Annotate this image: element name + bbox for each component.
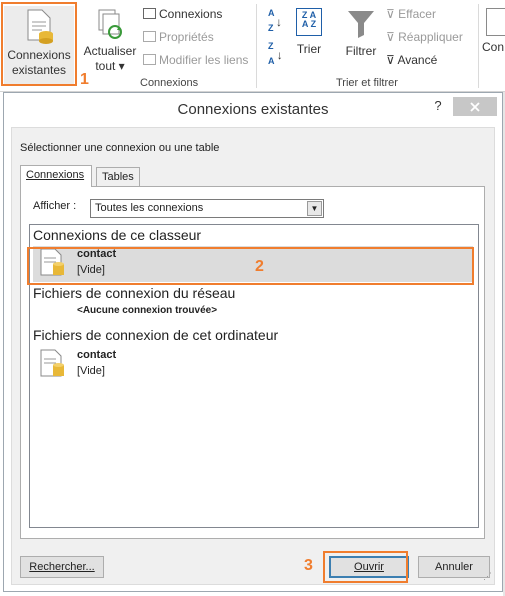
edit-links-label: Modifier les liens: [159, 53, 249, 67]
partial-ribbon-button[interactable]: Con: [482, 6, 505, 66]
sort-za-icon: ZA: [268, 41, 275, 66]
dialog-titlebar[interactable]: Connexions existantes ?: [4, 93, 502, 127]
properties-icon: [143, 31, 156, 42]
sort-button[interactable]: Z AA Z Trier: [292, 6, 326, 66]
sort-dialog-icon: Z AA Z: [296, 8, 322, 36]
computer-connection-name: contact: [77, 349, 117, 361]
step-badge-2: 2: [255, 258, 264, 275]
existing-connections-dialog: Connexions existantes ? Sélectionner une…: [3, 92, 503, 592]
group-sort-filter-label: Trier et filtrer: [336, 77, 398, 89]
section-computer-files: Fichiers de connexion de cet ordinateur: [33, 327, 279, 343]
edit-links-button[interactable]: Modifier les liens: [143, 53, 248, 67]
advanced-filter-label: Avancé: [397, 53, 438, 67]
show-dropdown[interactable]: Toutes les connexions ▼: [90, 199, 324, 218]
refresh-all-label-1: Actualiser: [83, 44, 137, 58]
advanced-filter-icon: ⊽: [386, 53, 395, 67]
highlight-box-1: [1, 2, 77, 86]
help-button[interactable]: ?: [430, 98, 446, 113]
connections-label: Connexions: [159, 7, 223, 21]
partial-ribbon-label: Con: [482, 40, 505, 54]
sort-za-button[interactable]: ZA ↓: [268, 42, 283, 66]
connection-file-icon: [40, 349, 64, 377]
properties-label: Propriétés: [159, 30, 214, 44]
properties-button[interactable]: Propriétés: [143, 30, 214, 44]
network-no-connection: <Aucune connexion trouvée>: [77, 305, 218, 316]
reapply-filter-button[interactable]: ⊽ Réappliquer: [386, 30, 463, 44]
sort-az-icon: AZ: [268, 8, 275, 33]
filter-funnel-icon: [348, 11, 374, 38]
filter-label: Filtrer: [345, 44, 377, 58]
close-button[interactable]: [453, 97, 497, 116]
advanced-filter-button[interactable]: ⊽ Avancé: [386, 53, 437, 67]
ribbon: Connexions existantes 1 Actualiser tout …: [0, 0, 505, 92]
tab-tables-label: Tables: [102, 171, 134, 183]
dialog-title: Connexions existantes: [177, 101, 329, 118]
resize-grip-icon[interactable]: ⋰: [483, 571, 492, 582]
tab-tables[interactable]: Tables: [96, 167, 140, 187]
close-icon: [470, 101, 480, 112]
connections-tab-panel: Afficher : Toutes les connexions ▼ Conne…: [20, 186, 485, 539]
cancel-button[interactable]: Annuler: [418, 556, 490, 578]
computer-connection-desc: [Vide]: [77, 365, 105, 377]
clear-filter-label: Effacer: [398, 7, 436, 21]
sort-label: Trier: [296, 42, 322, 56]
tab-connections[interactable]: Connexions: [20, 165, 92, 187]
connections-button[interactable]: Connexions: [143, 7, 222, 21]
show-label: Afficher :: [33, 200, 77, 212]
reapply-filter-label: Réappliquer: [398, 30, 463, 44]
tab-connections-label: Connexions: [26, 169, 85, 181]
dialog-body: Sélectionner une connexion ou une table …: [11, 127, 495, 585]
chevron-down-icon[interactable]: ▼: [307, 201, 322, 216]
connections-icon: [143, 8, 156, 19]
step-badge-3: 3: [304, 557, 313, 574]
refresh-all-button[interactable]: Actualiser tout ▾: [83, 6, 137, 76]
sort-az-button[interactable]: AZ ↓: [268, 9, 282, 33]
ribbon-separator: [478, 4, 479, 88]
browse-button[interactable]: Rechercher...: [20, 556, 104, 578]
filter-button[interactable]: Filtrer: [340, 6, 382, 66]
browse-label: Rechercher...: [29, 561, 95, 573]
refresh-all-label-2: tout ▾: [95, 59, 125, 73]
reapply-filter-icon: ⊽: [386, 30, 395, 44]
dialog-prompt: Sélectionner une connexion ou une table: [20, 142, 220, 154]
partial-ribbon-icon: [486, 8, 505, 36]
group-connections-label: Connexions: [140, 77, 199, 89]
list-item-computer-contact[interactable]: contact [Vide]: [33, 347, 473, 383]
cancel-label: Annuler: [435, 561, 473, 573]
highlight-box-2: [27, 247, 474, 285]
section-workbook-connections: Connexions de ce classeur: [33, 227, 202, 243]
clear-filter-icon: ⊽: [386, 7, 395, 21]
edit-links-icon: [143, 54, 156, 65]
highlight-box-3: [323, 551, 408, 583]
section-network-files: Fichiers de connexion du réseau: [33, 285, 236, 301]
show-dropdown-value: Toutes les connexions: [95, 202, 204, 214]
refresh-all-icon: [98, 9, 122, 39]
clear-filter-button[interactable]: ⊽ Effacer: [386, 7, 436, 21]
ribbon-separator: [256, 4, 257, 88]
